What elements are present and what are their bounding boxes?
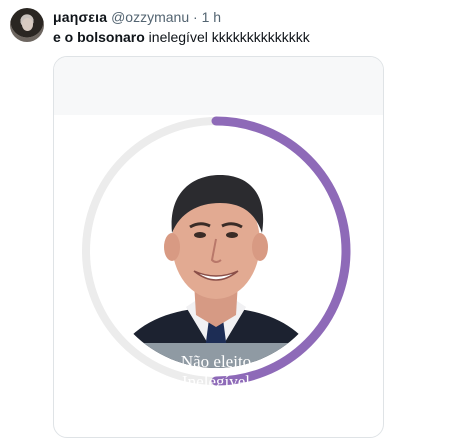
tweet-time[interactable]: 1 h <box>202 9 221 25</box>
caption-line-1: Não eleito <box>181 352 251 371</box>
caption-line-2: Inelegível <box>182 372 250 391</box>
display-name[interactable]: μaησειa <box>53 9 107 25</box>
tweet-text-rest: inelegível kkkkkkkkkkkkkk <box>144 29 310 45</box>
tweet-text-bold: e o bolsonaro <box>53 29 145 45</box>
tweet-text: e o bolsonaro inelegível kkkkkkkkkkkkkk <box>53 28 310 46</box>
progress-ring-graphic: Não eleito Inelegível <box>82 116 351 391</box>
header-separator: · <box>193 9 198 25</box>
user-avatar[interactable] <box>10 8 44 42</box>
user-handle[interactable]: @ozzymanu <box>111 9 189 25</box>
media-card[interactable]: Não eleito Inelegível <box>53 56 384 438</box>
avatar-face <box>22 18 33 31</box>
tweet-header: μaησειa @ozzymanu · 1 h <box>53 8 221 26</box>
